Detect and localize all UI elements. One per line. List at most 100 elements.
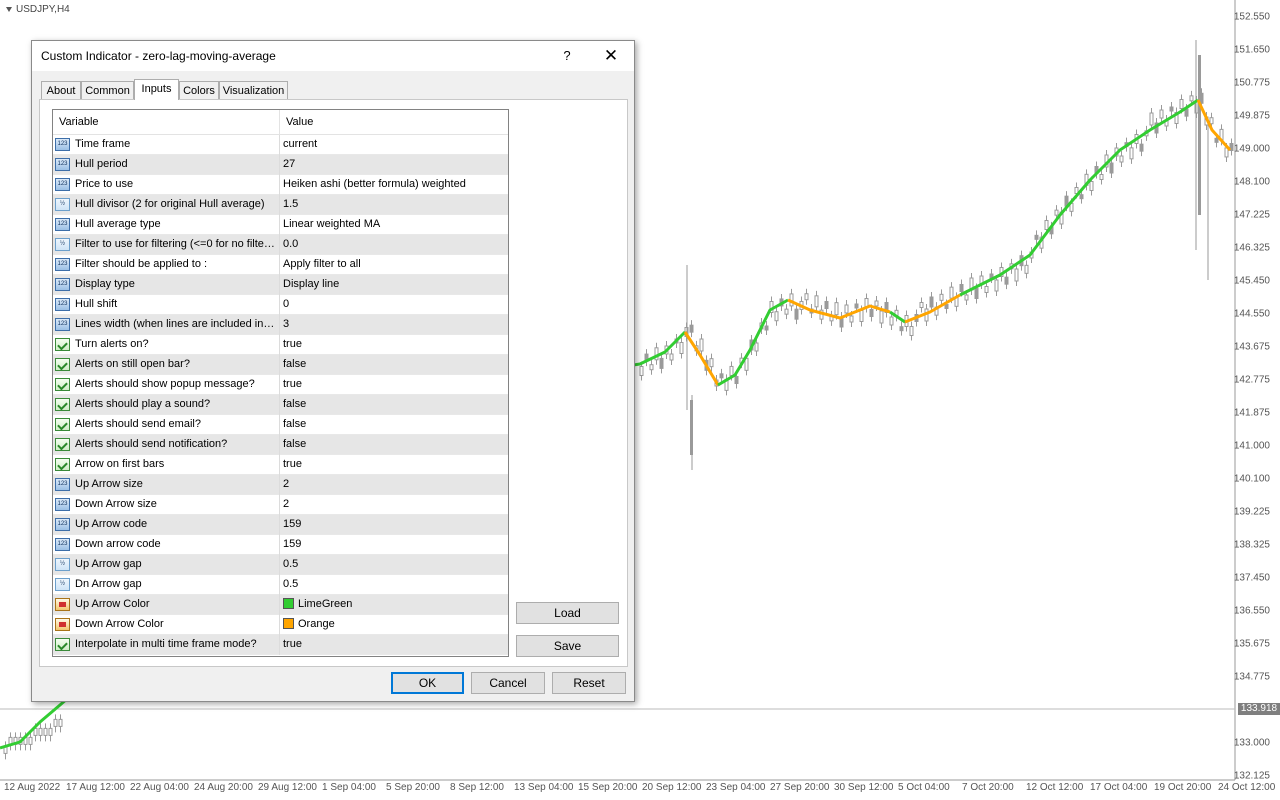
tab-about[interactable]: About [41,81,81,99]
candle-body [889,316,894,326]
help-button[interactable]: ? [560,46,574,66]
candle-body [1169,106,1174,112]
table-row[interactable]: ½ Filter to use for filtering (<=0 for no… [53,235,508,255]
variable-value[interactable]: 2 [283,498,289,510]
table-row[interactable]: 123 Down Arrow size 2 [53,495,508,515]
table-row[interactable]: 123 Hull period 27 [53,155,508,175]
tab-colors[interactable]: Colors [179,81,219,99]
table-row[interactable]: 123 Up Arrow size 2 [53,475,508,495]
variable-value[interactable]: 159 [283,518,301,530]
candle-body [58,718,63,727]
candle-body [1099,174,1104,180]
variable-value[interactable]: current [283,138,317,150]
tab-visualization[interactable]: Visualization [219,81,288,99]
moving-average-line [959,98,1199,297]
candle-body [1034,234,1039,240]
candle-body [38,727,43,736]
variable-value[interactable]: 2 [283,478,289,490]
table-row[interactable]: Alerts should play a sound? false [53,395,508,415]
candle-body [689,324,694,333]
load-button[interactable]: Load [516,602,619,624]
variable-value[interactable]: 0.0 [283,238,298,250]
table-row[interactable]: 123 Price to use Heiken ashi (better formu… [53,175,508,195]
table-row[interactable]: Down Arrow Color Orange [53,615,508,635]
variable-value[interactable]: Apply filter to all [283,258,361,270]
variable-name: Filter to use for filtering (<=0 for no … [75,238,277,250]
variable-value[interactable]: true [283,458,302,470]
candle-body [774,311,779,322]
save-button[interactable]: Save [516,635,619,657]
variable-value[interactable]: Display line [283,278,339,290]
variable-value[interactable]: 0.5 [283,578,298,590]
table-row[interactable]: ½ Up Arrow gap 0.5 [53,555,508,575]
table-row[interactable]: ½ Hull divisor (2 for original Hull avera… [53,195,508,215]
variable-value[interactable]: Heiken ashi (better formula) weighted [283,178,466,190]
table-row[interactable]: 123 Hull shift 0 [53,295,508,315]
table-row[interactable]: Alerts should send email? false [53,415,508,435]
table-row[interactable]: Turn alerts on? true [53,335,508,355]
variable-name: Up Arrow size [75,478,143,490]
cell-separator [279,615,280,635]
candle-body [984,286,989,293]
table-row[interactable]: 123 Lines width (when lines are included … [53,315,508,335]
close-button[interactable]: ✕ [598,46,624,66]
variable-value[interactable]: true [283,338,302,350]
color-name: Orange [298,618,335,630]
table-row[interactable]: 123 Time frame current [53,135,508,155]
candle-body [899,326,904,332]
table-row[interactable]: Alerts should show popup message? true [53,375,508,395]
table-row[interactable]: Up Arrow Color LimeGreen [53,595,508,615]
tab-common[interactable]: Common [81,81,134,99]
cell-separator [279,475,280,495]
variable-value[interactable]: 0.5 [283,558,298,570]
variable-value[interactable]: 27 [283,158,295,170]
reset-button[interactable]: Reset [552,672,626,694]
bool-type-icon [55,358,70,371]
symbol-label[interactable]: USDJPY,H4 [6,4,70,15]
candle-body [1189,95,1194,102]
variable-value[interactable]: true [283,378,302,390]
table-row[interactable]: Alerts on still open bar? false [53,355,508,375]
column-header-variable: Variable [59,116,99,128]
variable-value[interactable]: false [283,418,306,430]
int-type-icon: 123 [55,538,70,551]
variable-value[interactable]: 0 [283,298,289,310]
cancel-button[interactable]: Cancel [471,672,545,694]
variable-name: Down Arrow Color [75,618,164,630]
symbol-dropdown-icon [6,6,12,12]
cell-separator [279,335,280,355]
candle-body [1129,147,1134,160]
table-row[interactable]: 123 Display type Display line [53,275,508,295]
tab-inputs[interactable]: Inputs [134,79,179,100]
table-row[interactable]: Arrow on first bars true [53,455,508,475]
price-tick-label: 146.325 [1233,242,1270,254]
variable-value[interactable]: false [283,438,306,450]
table-row[interactable]: 123 Up Arrow code 159 [53,515,508,535]
variable-value[interactable]: 1.5 [283,198,298,210]
ok-button[interactable]: OK [391,672,464,694]
table-row[interactable]: ½ Dn Arrow gap 0.5 [53,575,508,595]
table-row[interactable]: 123 Hull average type Linear weighted MA [53,215,508,235]
variable-value[interactable]: true [283,638,302,650]
variable-value[interactable]: Linear weighted MA [283,218,380,230]
cell-separator [279,415,280,435]
table-row[interactable]: 123 Filter should be applied to : Apply fi… [53,255,508,275]
cell-separator [279,375,280,395]
variable-value[interactable]: 159 [283,538,301,550]
variable-value[interactable]: LimeGreen [283,598,352,610]
table-row[interactable]: Interpolate in multi time frame mode? tru… [53,635,508,655]
color-name: LimeGreen [298,598,353,610]
variable-value[interactable]: false [283,398,306,410]
variable-name: Up Arrow Color [75,598,150,610]
table-row[interactable]: 123 Down arrow code 159 [53,535,508,555]
candle-body [854,303,859,309]
candle-body [1109,162,1114,174]
variable-value[interactable]: 3 [283,318,289,330]
candle-body [1089,181,1094,191]
variable-value[interactable]: Orange [283,618,335,630]
table-row[interactable]: Alerts should send notification? false [53,435,508,455]
cell-separator [279,395,280,415]
candle-body [1054,209,1059,216]
frac-type-icon: ½ [55,558,70,571]
variable-value[interactable]: false [283,358,306,370]
